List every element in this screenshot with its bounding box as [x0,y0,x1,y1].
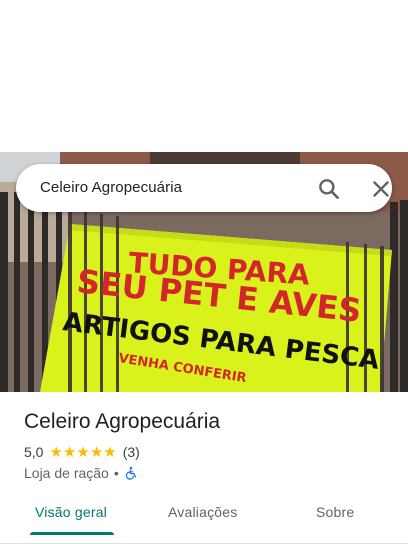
review-count[interactable]: (3) [123,444,140,460]
star-icon: ★ [62,443,77,461]
star-icon: ★ [76,443,90,461]
tab-overview[interactable]: Visão geral [35,504,107,520]
rating-row[interactable]: 5,0 ★ ★ ★ ★ ★ (3) [24,444,140,460]
category-row: Loja de ração • [24,465,138,481]
close-icon[interactable] [368,176,394,202]
wheelchair-icon [124,466,138,480]
search-input[interactable]: Celeiro Agropecuária [40,179,182,196]
separator-dot: • [113,465,119,481]
search-box[interactable]: Celeiro Agropecuária [16,164,392,212]
star-rating: ★ ★ ★ ★ ★ [49,445,116,460]
active-tab-indicator [30,532,114,535]
search-icon[interactable] [316,176,342,202]
tab-reviews[interactable]: Avaliações [168,504,237,520]
place-title: Celeiro Agropecuária [24,410,221,433]
star-icon: ★ [49,443,63,461]
tab-about[interactable]: Sobre [316,504,354,520]
star-icon: ★ [89,443,104,461]
star-icon: ★ [103,443,117,461]
place-category[interactable]: Loja de ração [24,465,109,481]
rating-value: 5,0 [24,444,44,460]
tab-bar: Visão geral Avaliações Sobre [0,492,408,536]
